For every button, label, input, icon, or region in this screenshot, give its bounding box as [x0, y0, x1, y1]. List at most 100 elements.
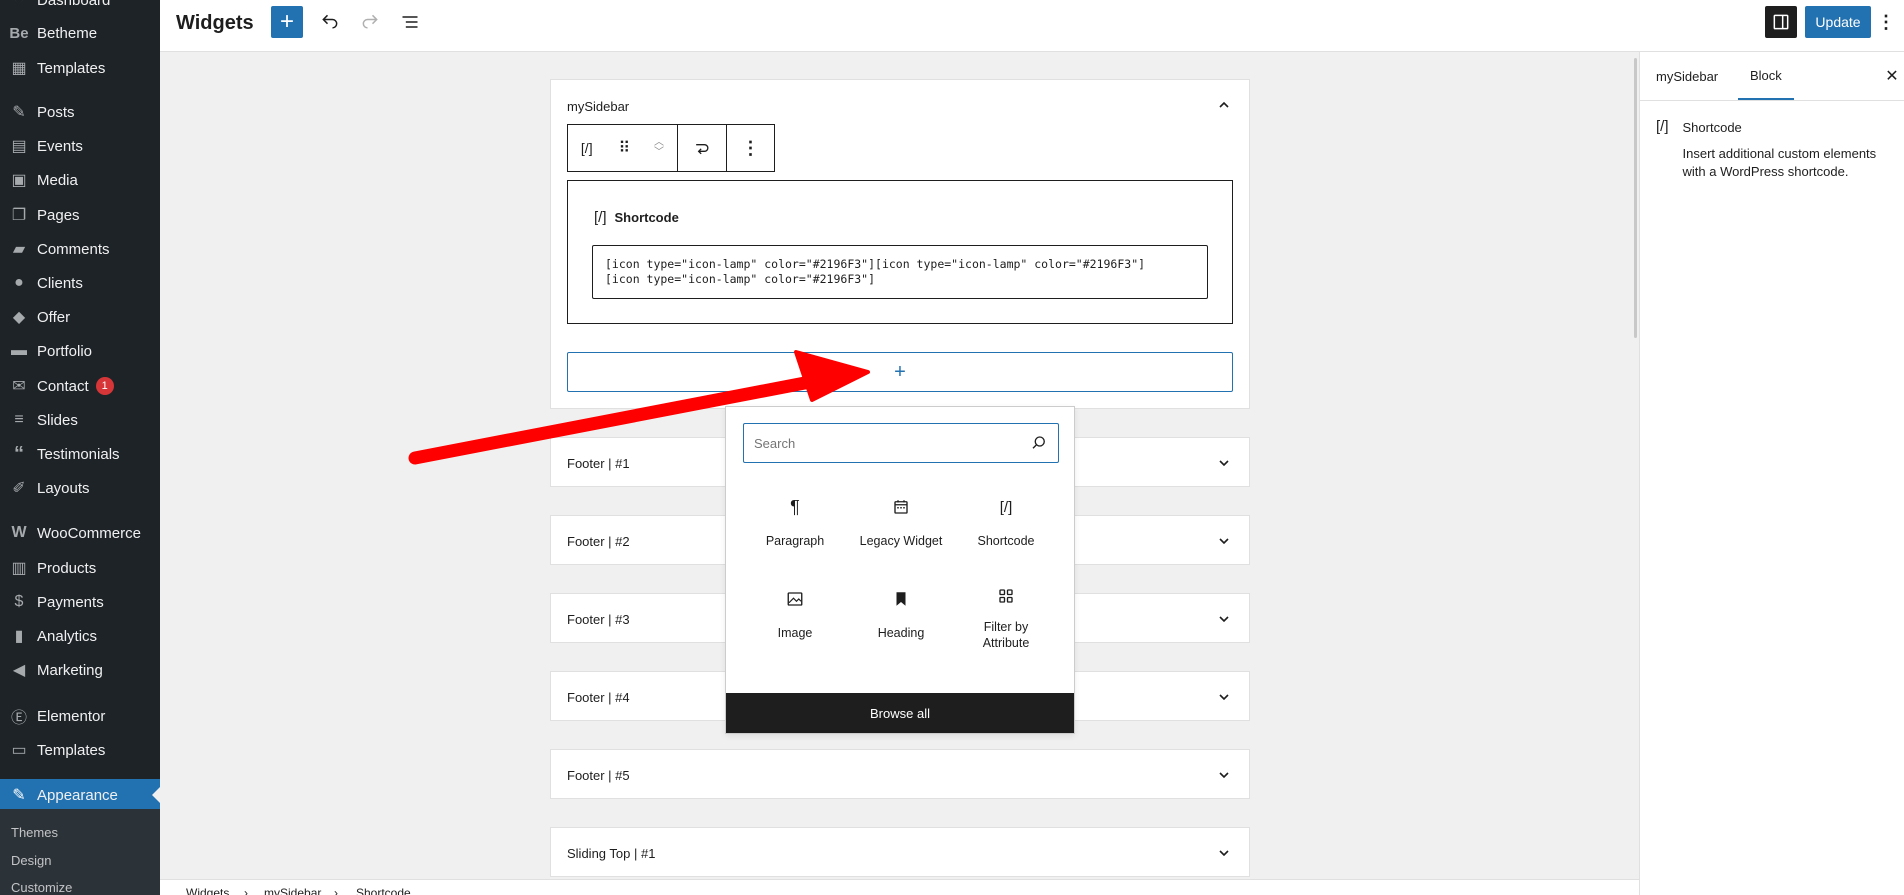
chevron-down-icon[interactable] [1217, 768, 1231, 782]
shortcode-block[interactable]: [/] Shortcode [icon type="icon-lamp" col… [567, 180, 1233, 324]
menu-item-pages[interactable]: ❐ Pages [0, 199, 160, 231]
shortcode-icon[interactable]: [/] [581, 140, 593, 156]
breadcrumb-shortcode: Shortcode [356, 886, 411, 895]
analytics-icon: ▮ [14, 628, 24, 645]
chevron-up-icon[interactable] [1217, 98, 1231, 112]
menu-item-posts[interactable]: ✎ Posts [0, 96, 160, 128]
toolbar-group-block: [/] ⠿ ︿ ﹀ [568, 125, 678, 171]
widget-area-title[interactable]: mySidebar [567, 99, 629, 114]
drag-handle-icon[interactable]: ⠿ [618, 138, 630, 158]
mail-icon: ✉ [12, 378, 26, 395]
admin-menu: ◔ Dashboard Be Betheme ▦ Templates ✎ Pos… [0, 0, 160, 895]
options-menu-button[interactable]: ⋮ [1876, 6, 1896, 38]
menu-item-contact[interactable]: ✉ Contact 1 [0, 370, 160, 402]
menu-item-dashboard[interactable]: ◔ Dashboard [0, 0, 160, 16]
chevron-down-icon[interactable] [1217, 456, 1231, 470]
dashboard-icon: ◔ [9, 0, 29, 10]
list-view-icon [402, 16, 418, 28]
redo-button[interactable] [354, 6, 386, 38]
comments-icon: ▰ [12, 241, 26, 258]
folder-icon: ▭ [11, 742, 27, 759]
canvas-scrollbar[interactable] [1634, 58, 1637, 338]
block-appender-button[interactable]: + [567, 352, 1233, 392]
settings-toggle-button[interactable] [1765, 6, 1797, 38]
tab-mysidebar[interactable]: mySidebar [1656, 52, 1718, 100]
submenu-themes[interactable]: Themes [11, 825, 58, 840]
close-sidebar-button[interactable]: ✕ [1880, 64, 1904, 88]
menu-item-analytics[interactable]: ▮ Analytics [0, 620, 160, 652]
menu-item-media[interactable]: ▣ Media [0, 164, 160, 196]
update-button[interactable]: Update [1805, 6, 1871, 38]
block-toolbar: [/] ⠿ ︿ ﹀ ⋮ [567, 124, 775, 172]
paragraph-icon: ¶ [790, 496, 800, 517]
notification-badge: 1 [95, 377, 114, 395]
menu-item-layouts[interactable]: ✐ Layouts [0, 472, 160, 504]
products-icon: ▥ [11, 560, 27, 577]
shortcode-icon: [/] [594, 209, 607, 226]
transform-button[interactable] [678, 125, 727, 171]
menu-item-templates[interactable]: ▦ Templates [0, 52, 160, 84]
breadcrumb-mysidebar[interactable]: mySidebar [264, 886, 321, 895]
menu-item-offer[interactable]: ◆ Offer [0, 301, 160, 333]
submenu-customize[interactable]: Customize [11, 880, 72, 895]
menu-item-elementor[interactable]: Ⓔ Elementor [0, 700, 160, 732]
inserter-block-filter-by-attribute[interactable]: Filter by Attribute [954, 571, 1058, 651]
plus-icon: + [279, 8, 294, 35]
widget-area-title: Sliding Top | #1 [567, 846, 656, 861]
menu-item-products[interactable]: ▥ Products [0, 552, 160, 584]
menu-item-portfolio[interactable]: ▬ Portfolio [0, 335, 160, 367]
shortcode-icon: [/] [999, 498, 1013, 516]
redo-icon [362, 14, 378, 29]
menu-item-comments[interactable]: ▰ Comments [0, 233, 160, 265]
inserter-block-shortcode[interactable]: [/] Shortcode [954, 479, 1058, 559]
sidebar-toggle-icon [1773, 14, 1789, 30]
betheme-icon: Be [9, 24, 29, 42]
chevron-down-icon[interactable] [1217, 846, 1231, 860]
quick-inserter-popover: ¶ Paragraph Legacy Widget [/] Shortcode … [725, 406, 1075, 734]
elementor-icon: Ⓔ [10, 710, 27, 727]
widget-area-footer-5[interactable]: Footer | #5 [550, 749, 1250, 799]
inserter-block-legacy-widget[interactable]: Legacy Widget [849, 479, 953, 559]
tab-block[interactable]: Block [1738, 52, 1794, 100]
menu-item-testimonials[interactable]: “ Testimonials [0, 438, 160, 470]
breadcrumb-widgets[interactable]: Widgets [186, 886, 229, 895]
chevron-down-icon[interactable] [1217, 612, 1231, 626]
transform-icon [696, 144, 709, 155]
inserter-block-paragraph[interactable]: ¶ Paragraph [743, 479, 847, 559]
breadcrumb: Widgets › mySidebar › Shortcode [160, 879, 1639, 895]
shortcode-title: Shortcode [614, 210, 679, 225]
chevron-down-icon[interactable] [1217, 534, 1231, 548]
clients-icon: ● [14, 274, 24, 291]
block-options-button[interactable]: ⋮ [727, 125, 774, 171]
menu-item-events[interactable]: ▤ Events [0, 130, 160, 162]
inserter-block-heading[interactable]: Heading [849, 571, 953, 651]
block-inserter-button[interactable]: + [271, 6, 303, 38]
menu-item-payments[interactable]: $ Payments [0, 586, 160, 618]
menu-item-betheme[interactable]: Be Betheme [0, 17, 160, 49]
chevron-down-icon[interactable] [1217, 690, 1231, 704]
breadcrumb-separator: › [334, 886, 338, 895]
submenu-design[interactable]: Design [11, 853, 51, 868]
inserter-search-input[interactable] [754, 432, 1014, 454]
widget-area-sliding-top-1[interactable]: Sliding Top | #1 [550, 827, 1250, 877]
browse-all-button[interactable]: Browse all [726, 693, 1074, 733]
plus-icon: + [894, 360, 906, 383]
menu-item-slides[interactable]: ≡ Slides [0, 404, 160, 436]
list-view-button[interactable] [394, 6, 426, 38]
menu-item-clients[interactable]: ● Clients [0, 267, 160, 299]
menu-item-appearance[interactable]: ✎ Appearance [0, 779, 160, 811]
more-vertical-icon: ⋮ [741, 137, 760, 158]
widget-area-title: Footer | #2 [567, 534, 630, 549]
inserter-block-image[interactable]: Image [743, 571, 847, 651]
menu-item-marketing[interactable]: ◀ Marketing [0, 654, 160, 686]
menu-item-woocommerce[interactable]: W WooCommerce [0, 517, 160, 549]
more-vertical-icon: ⋮ [1877, 11, 1895, 32]
settings-sidebar: mySidebar Block ✕ [/] Shortcode Insert a… [1639, 52, 1904, 895]
menu-item-templates-elementor[interactable]: ▭ Templates [0, 734, 160, 766]
pages-icon: ❐ [11, 207, 27, 224]
close-icon: ✕ [1885, 68, 1899, 85]
block-card: [/] Shortcode Insert additional custom e… [1656, 118, 1888, 181]
shortcode-textarea[interactable]: [icon type="icon-lamp" color="#2196F3"][… [592, 245, 1208, 299]
move-arrows-icon[interactable]: ︿ ﹀ [654, 138, 664, 158]
undo-button[interactable] [314, 6, 346, 38]
